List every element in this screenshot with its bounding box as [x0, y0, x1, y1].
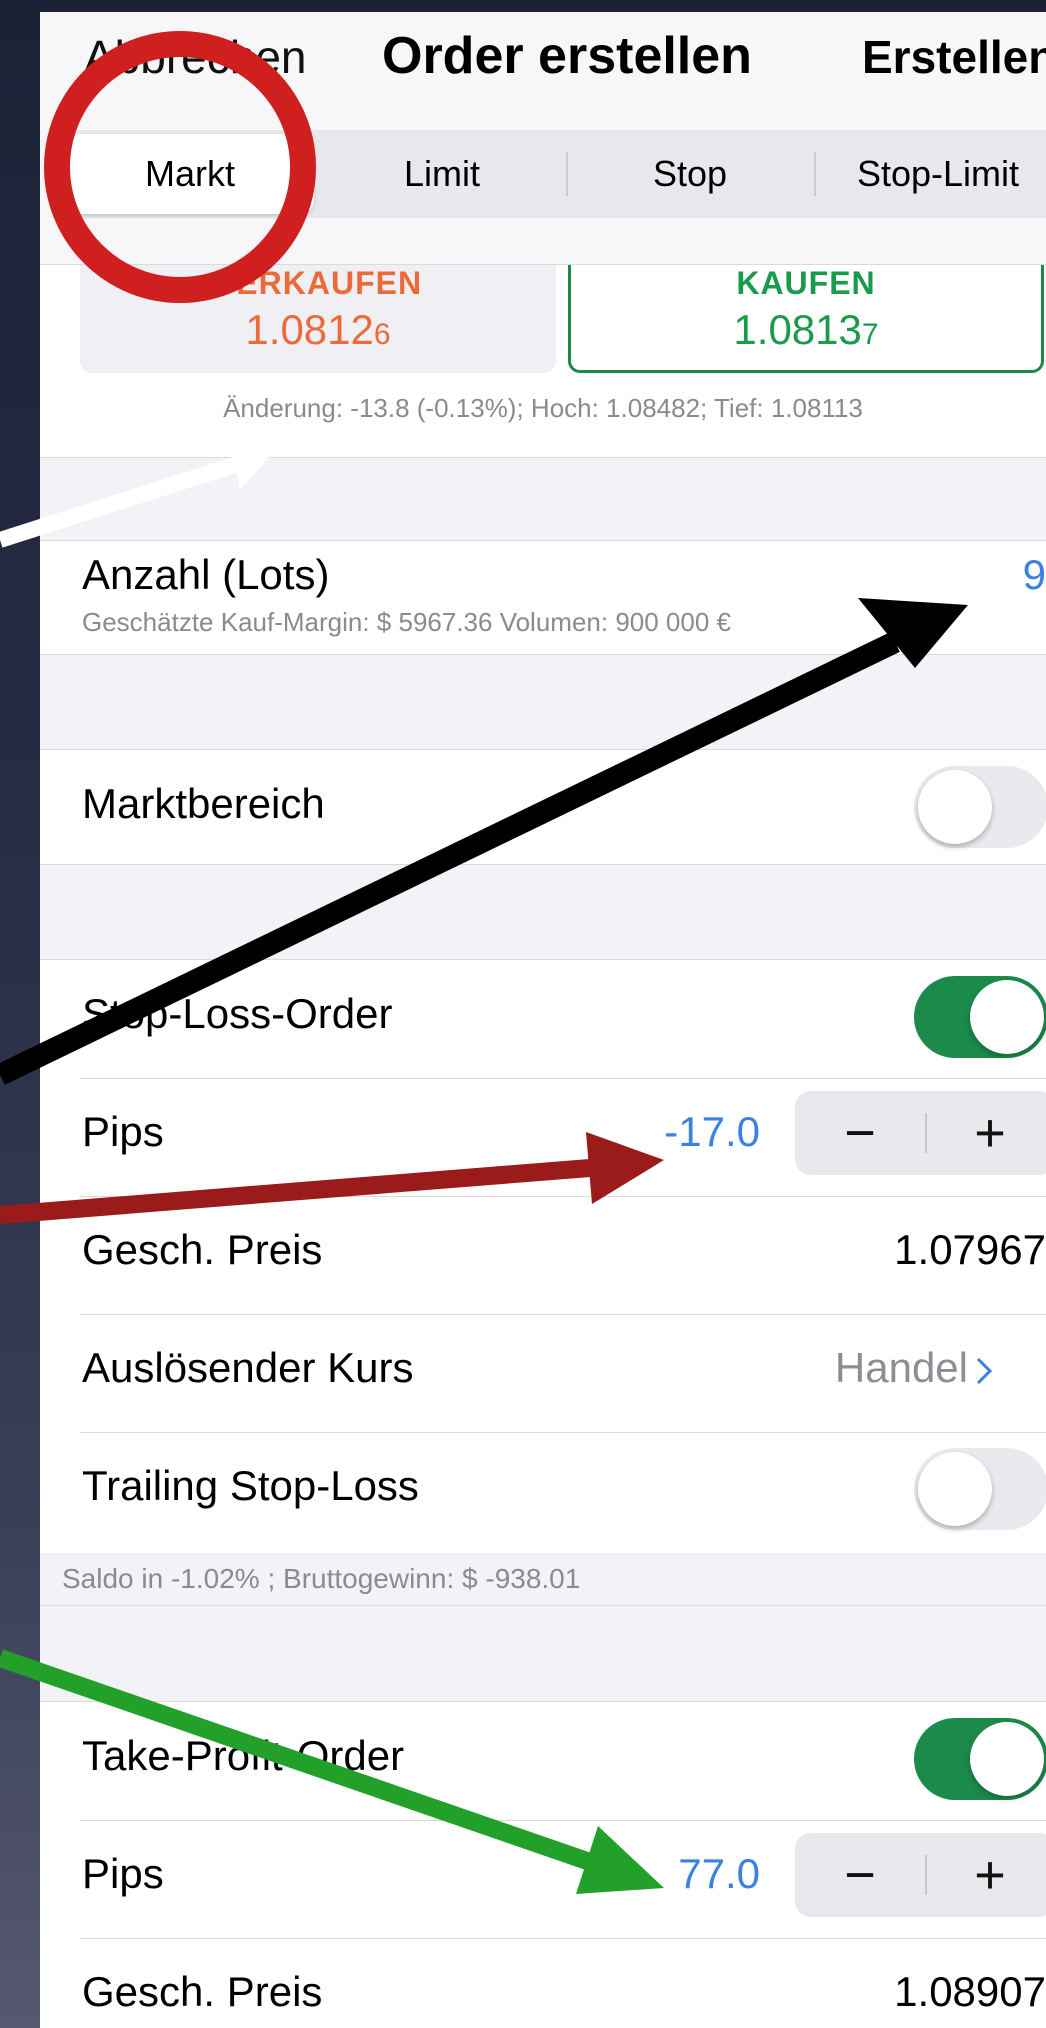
buy-button[interactable]: KAUFEN 1.08137 — [568, 265, 1044, 373]
segment-stop-limit[interactable]: Stop-Limit — [814, 130, 1046, 218]
buy-price-main: 1.0813 — [733, 306, 862, 353]
divider — [80, 1078, 1046, 1079]
sell-price: 1.08126 — [80, 306, 556, 354]
toggle-knob — [918, 770, 992, 844]
chevron-right-icon — [976, 1357, 993, 1385]
lots-label: Anzahl (Lots) — [82, 551, 330, 598]
stop-loss-price-label: Gesch. Preis — [82, 1226, 323, 1273]
cancel-button[interactable]: Abbrechen — [84, 30, 307, 84]
stop-loss-group: Stop-Loss-Order Pips -17.0 − + Gesch. Pr… — [40, 959, 1046, 1560]
navigation-bar: Abbrechen Order erstellen Erstellen — [40, 12, 1046, 109]
stop-loss-toggle[interactable] — [914, 976, 1046, 1058]
create-button[interactable]: Erstellen — [862, 30, 1046, 84]
sell-button[interactable]: VERKAUFEN 1.08126 — [80, 265, 556, 373]
lots-value[interactable]: 9 — [1023, 551, 1046, 599]
stop-loss-pips-value[interactable]: -17.0 — [664, 1108, 760, 1156]
quote-panel: VERKAUFEN 1.08126 KAUFEN 1.08137 Änderun… — [40, 265, 1046, 458]
order-type-bar: Markt Limit Stop Stop-Limit — [40, 108, 1046, 265]
trigger-price-value: Handel — [834, 1344, 968, 1391]
divider — [80, 1432, 1046, 1433]
toggle-knob — [918, 1452, 992, 1526]
increment-button[interactable]: + — [925, 1091, 1046, 1175]
sell-price-pip: 6 — [373, 318, 391, 351]
stop-loss-pips-stepper: − + — [795, 1091, 1046, 1175]
take-profit-pips-stepper: − + — [795, 1833, 1046, 1917]
order-screen: Abbrechen Order erstellen Erstellen Mark… — [40, 12, 1046, 2028]
decrement-button[interactable]: − — [795, 1833, 925, 1917]
trailing-stop-loss-toggle[interactable] — [914, 1448, 1046, 1530]
quote-change-info: Änderung: -13.8 (-0.13%); Hoch: 1.08482;… — [223, 393, 863, 423]
segment-market[interactable]: Markt — [66, 134, 314, 214]
decrement-button[interactable]: − — [795, 1091, 925, 1175]
trigger-price-label: Auslösender Kurs — [82, 1344, 414, 1391]
market-range-toggle[interactable] — [914, 766, 1046, 848]
take-profit-price-value: 1.08907 — [894, 1968, 1046, 2015]
divider — [80, 1196, 1046, 1197]
stop-loss-footnote: Saldo in -1.02% ; Bruttogewinn: $ -938.0… — [40, 1553, 1046, 1606]
sell-price-main: 1.0812 — [245, 306, 374, 353]
stop-loss-pips-label: Pips — [82, 1108, 164, 1155]
take-profit-price-label: Gesch. Preis — [82, 1968, 323, 2015]
divider — [80, 1938, 1046, 1939]
take-profit-toggle[interactable] — [914, 1718, 1046, 1800]
toggle-knob — [970, 980, 1044, 1054]
stop-loss-label: Stop-Loss-Order — [82, 990, 393, 1037]
stop-loss-balance-info: Saldo in -1.02% ; Bruttogewinn: $ -938.0… — [62, 1563, 581, 1594]
toggle-knob — [970, 1722, 1044, 1796]
trailing-stop-loss-label: Trailing Stop-Loss — [82, 1462, 419, 1509]
segment-stop[interactable]: Stop — [566, 130, 814, 218]
lots-margin-info: Geschätzte Kauf-Margin: $ 5967.36 Volume… — [82, 607, 731, 637]
sell-label: VERKAUFEN — [213, 265, 423, 301]
page-title: Order erstellen — [382, 27, 752, 85]
market-range-label: Marktbereich — [82, 780, 325, 827]
divider — [80, 1314, 1046, 1315]
increment-button[interactable]: + — [925, 1833, 1046, 1917]
take-profit-pips-label: Pips — [82, 1850, 164, 1897]
lots-row[interactable]: Anzahl (Lots) 9 Geschätzte Kauf-Margin: … — [40, 540, 1046, 655]
take-profit-group: Take-Profit-Order Pips 77.0 − + Gesch. P… — [40, 1701, 1046, 2028]
buy-price: 1.08137 — [571, 306, 1041, 354]
stop-loss-price-value: 1.07967 — [894, 1226, 1046, 1273]
take-profit-label: Take-Profit-Order — [82, 1732, 405, 1779]
order-type-segmented-control: Markt Limit Stop Stop-Limit — [62, 130, 1046, 218]
market-range-row: Marktbereich — [40, 749, 1046, 865]
divider — [80, 1820, 1046, 1821]
buy-label: KAUFEN — [736, 265, 876, 301]
segment-limit[interactable]: Limit — [318, 130, 566, 218]
buy-price-pip: 7 — [861, 318, 879, 351]
take-profit-pips-value[interactable]: 77.0 — [678, 1850, 760, 1898]
